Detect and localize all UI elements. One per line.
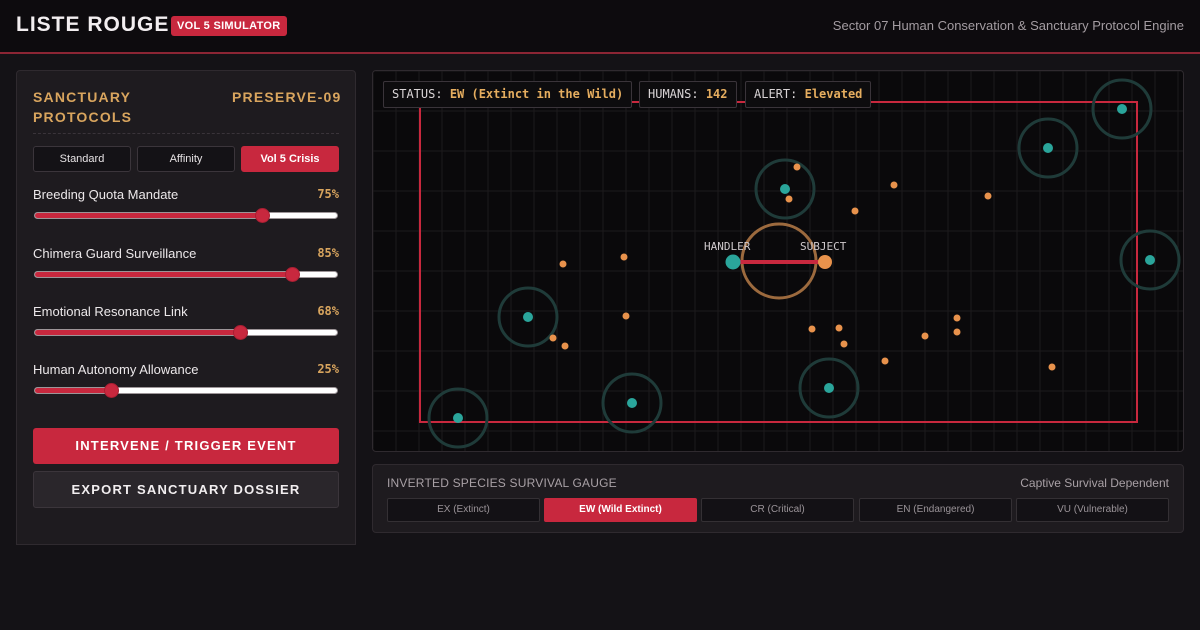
gauge-segment-en[interactable]: EN (Endangered) [859, 498, 1012, 522]
slider-thumb[interactable] [254, 208, 270, 223]
human-dot[interactable] [549, 334, 557, 342]
subject-node[interactable] [818, 255, 832, 269]
human-dot[interactable] [984, 192, 992, 200]
top-bar: LISTE ROUGE VOL 5 SIMULATOR Sector 07 Hu… [0, 0, 1200, 54]
human-dot[interactable] [808, 325, 816, 333]
slider-emotional-resonance: Emotional Resonance Link 68% [33, 304, 339, 348]
slider-thumb[interactable] [233, 325, 249, 340]
slider-human-autonomy: Human Autonomy Allowance 25% [33, 362, 339, 406]
gauge-note: Captive Survival Dependent [1020, 476, 1169, 490]
slider-thumb[interactable] [284, 267, 300, 282]
alert-value: Elevated [804, 87, 863, 101]
mode-vol5-crisis-button[interactable]: Vol 5 Crisis [241, 146, 339, 172]
humans-chip: HUMANS: 142 [639, 81, 737, 108]
alert-chip: ALERT: Elevated [745, 81, 872, 108]
slider-fill [35, 272, 292, 277]
alert-label: ALERT: [754, 87, 798, 101]
slider-track[interactable] [34, 325, 338, 340]
guard-unit[interactable] [427, 387, 489, 449]
human-dot[interactable] [840, 340, 848, 348]
subject-label: SUBJECT [800, 240, 847, 253]
status-label: STATUS: [392, 87, 443, 101]
humans-label: HUMANS: [648, 87, 699, 101]
guard-unit[interactable] [754, 158, 816, 220]
guard-unit[interactable] [798, 357, 860, 419]
human-dots [549, 163, 1056, 371]
status-value: EW (Extinct in the Wild) [449, 87, 624, 101]
human-dot[interactable] [1048, 363, 1056, 371]
guard-unit[interactable] [601, 372, 663, 434]
slider-label: Breeding Quota Mandate [33, 187, 179, 202]
handler-label: HANDLER [704, 240, 751, 253]
mode-standard-button[interactable]: Standard [33, 146, 131, 172]
guard-unit[interactable] [1017, 117, 1079, 179]
preserve-id: PRESERVE-09 [232, 89, 342, 105]
human-dot[interactable] [622, 312, 630, 320]
simulation-viewport[interactable]: HANDLER SUBJECT STATUS: EW (Extinct in t… [372, 70, 1184, 452]
human-dot[interactable] [953, 328, 961, 336]
slider-track[interactable] [34, 208, 338, 223]
mode-affinity-button[interactable]: Affinity [137, 146, 235, 172]
slider-track[interactable] [34, 267, 338, 282]
slider-value: 25% [317, 362, 339, 376]
human-dot[interactable] [835, 324, 843, 332]
human-dot[interactable] [620, 253, 628, 261]
slider-label: Chimera Guard Surveillance [33, 246, 197, 261]
human-dot[interactable] [851, 207, 859, 215]
guard-unit[interactable] [1091, 78, 1153, 140]
simulation-canvas: HANDLER SUBJECT [373, 71, 1183, 451]
human-dot[interactable] [785, 195, 793, 203]
slider-fill [35, 388, 111, 393]
panel-title: SANCTUARY PROTOCOLS [33, 89, 133, 125]
guard-unit[interactable] [497, 286, 559, 348]
slider-fill [35, 330, 241, 335]
gauge-segment-ew[interactable]: EW (Wild Extinct) [544, 498, 697, 522]
slider-chimera-guard: Chimera Guard Surveillance 85% [33, 246, 339, 290]
app-title: LISTE ROUGE [16, 13, 170, 36]
slider-label: Human Autonomy Allowance [33, 362, 199, 377]
slider-label: Emotional Resonance Link [33, 304, 188, 319]
panel-divider [33, 133, 339, 134]
slider-value: 68% [317, 304, 339, 318]
humans-count: 142 [705, 87, 728, 101]
human-dot[interactable] [953, 314, 961, 322]
slider-thumb[interactable] [103, 383, 119, 398]
slider-breeding-quota: Breeding Quota Mandate 75% [33, 187, 339, 231]
status-chip: STATUS: EW (Extinct in the Wild) [383, 81, 633, 108]
engine-subtitle: Sector 07 Human Conservation & Sanctuary… [832, 18, 1184, 33]
bond-pair[interactable]: HANDLER SUBJECT [704, 222, 847, 300]
slider-value: 85% [317, 246, 339, 260]
slider-track[interactable] [34, 383, 338, 398]
gauge-title: INVERTED SPECIES SURVIVAL GAUGE [387, 476, 617, 490]
survival-gauge: INVERTED SPECIES SURVIVAL GAUGE Captive … [372, 464, 1184, 533]
version-badge: VOL 5 SIMULATOR [171, 16, 287, 36]
human-dot[interactable] [921, 332, 929, 340]
slider-fill [35, 213, 262, 218]
gauge-segment-vu[interactable]: VU (Vulnerable) [1016, 498, 1169, 522]
handler-node[interactable] [725, 254, 741, 270]
intervene-trigger-button[interactable]: INTERVENE / TRIGGER EVENT [33, 428, 339, 464]
human-dot[interactable] [881, 357, 889, 365]
gauge-segment-cr[interactable]: CR (Critical) [701, 498, 854, 522]
export-dossier-button[interactable]: EXPORT SANCTUARY DOSSIER [33, 471, 339, 508]
human-dot[interactable] [793, 163, 801, 171]
protocol-panel: SANCTUARY PROTOCOLS PRESERVE-09 Standard… [16, 70, 356, 545]
human-dot[interactable] [559, 260, 567, 268]
human-dot[interactable] [890, 181, 898, 189]
slider-value: 75% [317, 187, 339, 201]
guard-unit[interactable] [1119, 229, 1181, 291]
gauge-segment-ex[interactable]: EX (Extinct) [387, 498, 540, 522]
human-dot[interactable] [561, 342, 569, 350]
